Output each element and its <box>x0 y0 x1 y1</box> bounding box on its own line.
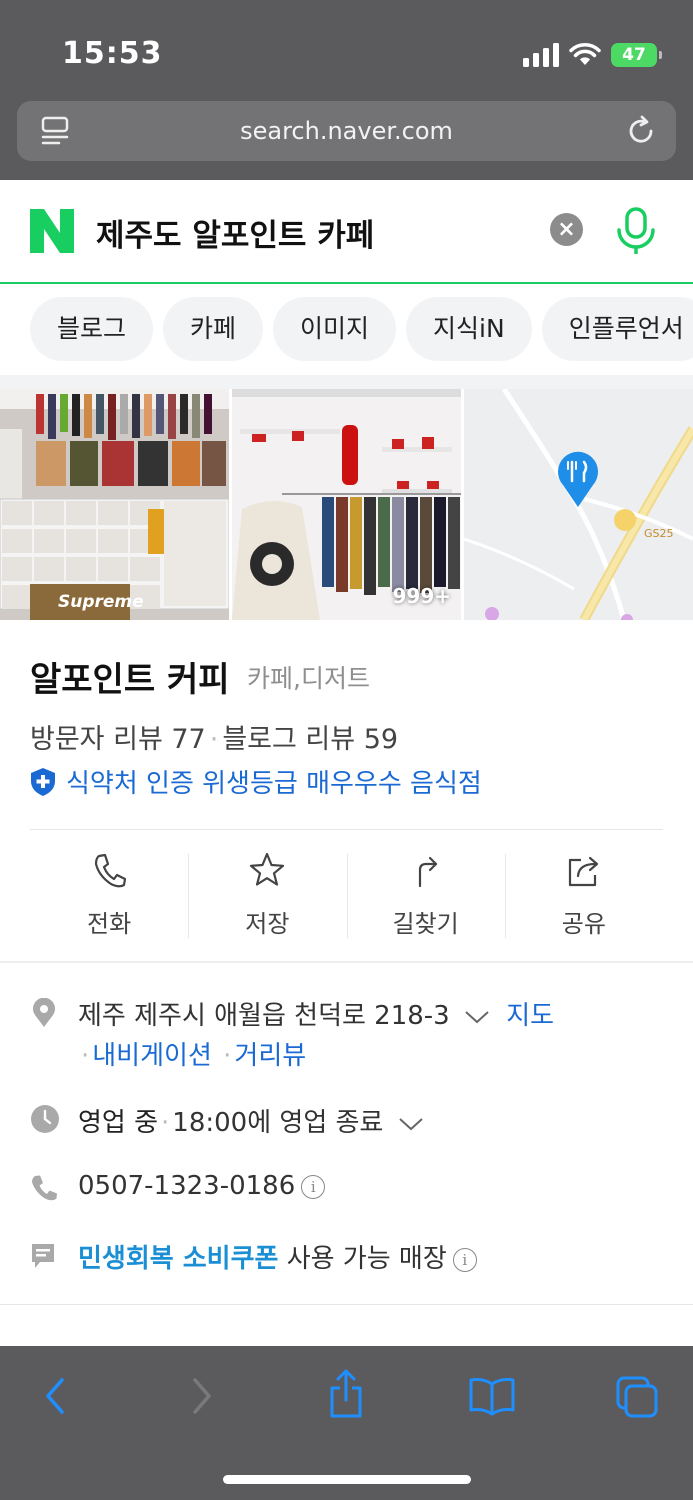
category-chips: 블로그 카페 이미지 지식iN 인플루언서 <box>30 297 693 361</box>
directions-icon <box>418 856 437 888</box>
reload-icon[interactable] <box>624 114 658 148</box>
message-icon <box>32 1244 54 1268</box>
map-link[interactable]: 지도 <box>506 1001 554 1031</box>
status-icons: 47 <box>523 40 662 70</box>
action-bar: 전화 저장 길찾기 공유 <box>30 850 663 940</box>
map-label: GS25 <box>644 527 674 540</box>
chip-blog[interactable]: 블로그 <box>30 297 154 361</box>
info-icon[interactable]: i <box>452 1247 477 1272</box>
shield-icon <box>31 767 55 796</box>
photo-strip: Supreme 999+ GS25 <box>0 389 693 620</box>
call-button[interactable]: 전화 <box>30 850 188 940</box>
store-photo-2[interactable]: 999+ <box>232 389 461 620</box>
directions-button[interactable]: 길찾기 <box>346 850 505 940</box>
chevron-down-icon[interactable] <box>464 1009 490 1025</box>
share-icon[interactable] <box>326 1368 366 1420</box>
location-pin-icon <box>33 998 55 1027</box>
divider <box>0 1304 693 1305</box>
hygiene-text: 식약처 인증 위생등급 매우우수 음식점 <box>66 769 482 799</box>
phone-row: 0507-1323-0186 i <box>30 1171 663 1207</box>
review-counts: 방문자 리뷰 77 · 블로그 리뷰 59 <box>30 724 399 755</box>
save-button[interactable]: 저장 <box>188 850 346 940</box>
visitor-reviews-link[interactable]: 방문자 리뷰 77 <box>30 724 206 755</box>
info-icon[interactable]: i <box>301 1174 326 1199</box>
phone-number[interactable]: 0507-1323-0186 <box>78 1171 295 1201</box>
restaurant-pin-icon <box>558 451 598 507</box>
place-name[interactable]: 알포인트 커피 <box>30 652 230 701</box>
hygiene-badge[interactable]: 식약처 인증 위생등급 매우우수 음식점 <box>30 763 482 800</box>
naver-logo-icon[interactable] <box>30 209 74 253</box>
hours-row[interactable]: 영업 중 · 18:00에 영업 종료 <box>30 1102 663 1138</box>
map-thumbnail[interactable]: GS25 <box>464 389 693 620</box>
star-icon <box>250 852 285 886</box>
browser-bottom-bar <box>0 1346 693 1500</box>
phone-icon <box>32 1175 57 1201</box>
share-icon <box>568 856 598 887</box>
address-bar[interactable]: search.naver.com <box>17 101 676 161</box>
save-label: 저장 <box>245 910 290 938</box>
browser-top-bar: 15:53 47 search.naver.com <box>0 0 693 180</box>
address-text[interactable]: 제주 제주시 애월읍 천덕로 218-3 <box>78 1001 450 1031</box>
call-label: 전화 <box>87 910 132 938</box>
status-time: 15:53 <box>62 36 163 71</box>
chevron-down-icon[interactable] <box>398 1116 424 1132</box>
chip-cafe[interactable]: 카페 <box>163 297 264 361</box>
bookmarks-icon[interactable] <box>467 1374 517 1418</box>
place-category: 카페,디저트 <box>247 664 370 693</box>
navigation-link[interactable]: 내비게이션 <box>92 1041 212 1071</box>
home-indicator <box>223 1475 471 1484</box>
clear-search-button[interactable]: × <box>550 213 583 246</box>
photo-tag: Supreme <box>58 592 144 612</box>
search-header: 제주도 알포인트 카페 × <box>0 180 693 284</box>
directions-label: 길찾기 <box>392 910 459 938</box>
tabs-icon[interactable] <box>614 1374 660 1420</box>
back-icon[interactable] <box>38 1374 72 1418</box>
clock-icon <box>31 1105 59 1133</box>
section-divider-2 <box>0 961 693 963</box>
phone-icon <box>95 853 127 888</box>
wifi-icon <box>569 43 601 65</box>
coupon-text: 사용 가능 매장 <box>286 1244 447 1274</box>
forward-icon[interactable] <box>185 1374 219 1418</box>
microphone-icon[interactable] <box>614 206 658 254</box>
store-photo-1[interactable]: Supreme <box>0 389 229 620</box>
blog-reviews-link[interactable]: 블로그 리뷰 59 <box>222 724 398 755</box>
share-label: 공유 <box>561 910 606 938</box>
photo-count-badge: 999+ <box>392 584 451 608</box>
search-query[interactable]: 제주도 알포인트 카페 <box>96 210 374 255</box>
coupon-row: 민생회복 소비쿠폰 사용 가능 매장 i <box>30 1238 663 1274</box>
coupon-highlight[interactable]: 민생회복 소비쿠폰 <box>78 1244 278 1274</box>
share-button[interactable]: 공유 <box>504 850 663 940</box>
open-status: 영업 중 <box>78 1108 159 1138</box>
chip-influencer[interactable]: 인플루언서 <box>541 297 693 361</box>
address-row: 제주 제주시 애월읍 천덕로 218-3 지도 · 내비게이션 · 거리뷰 <box>30 995 663 1075</box>
divider <box>30 829 663 830</box>
streetview-link[interactable]: 거리뷰 <box>234 1041 306 1071</box>
battery-indicator: 47 <box>611 43 662 67</box>
chip-image[interactable]: 이미지 <box>273 297 397 361</box>
section-divider <box>0 375 693 389</box>
chip-kin[interactable]: 지식iN <box>406 297 532 361</box>
url-text[interactable]: search.naver.com <box>17 101 676 161</box>
closing-time: 18:00에 영업 종료 <box>172 1108 384 1138</box>
signal-icon <box>523 43 559 67</box>
